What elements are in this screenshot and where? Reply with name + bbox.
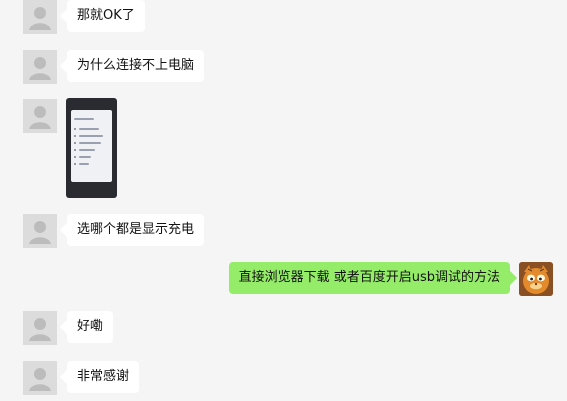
contact-avatar-icon[interactable]: [23, 311, 57, 345]
message-bubble[interactable]: 那就OK了: [67, 0, 145, 32]
message-text: 为什么连接不上电脑: [77, 58, 195, 73]
message-bubble[interactable]: 好嘞: [67, 311, 114, 343]
message-text: 那就OK了: [77, 8, 135, 23]
message-text: 好嘞: [77, 319, 104, 334]
phone-screen: [71, 110, 112, 182]
message-text: 非常感谢: [77, 369, 130, 384]
garfield-cat-avatar-icon[interactable]: [519, 262, 553, 296]
message-text: 直接浏览器下载 或者百度开启usb调试的方法: [238, 270, 500, 285]
message-bubble[interactable]: 选哪个都是显示充电: [67, 214, 205, 246]
my-message-bubble[interactable]: 直接浏览器下载 或者百度开启usb调试的方法: [228, 262, 510, 294]
message-text: 选哪个都是显示充电: [77, 222, 195, 237]
contact-avatar-icon[interactable]: [23, 361, 57, 395]
message-bubble[interactable]: 为什么连接不上电脑: [67, 50, 205, 82]
contact-avatar-icon[interactable]: [23, 99, 57, 133]
message-bubble[interactable]: 非常感谢: [67, 361, 140, 393]
contact-avatar-icon[interactable]: [23, 0, 57, 34]
contact-avatar-icon[interactable]: [23, 50, 57, 84]
phone-screenshot-icon[interactable]: [66, 98, 117, 198]
contact-avatar-icon[interactable]: [23, 214, 57, 248]
